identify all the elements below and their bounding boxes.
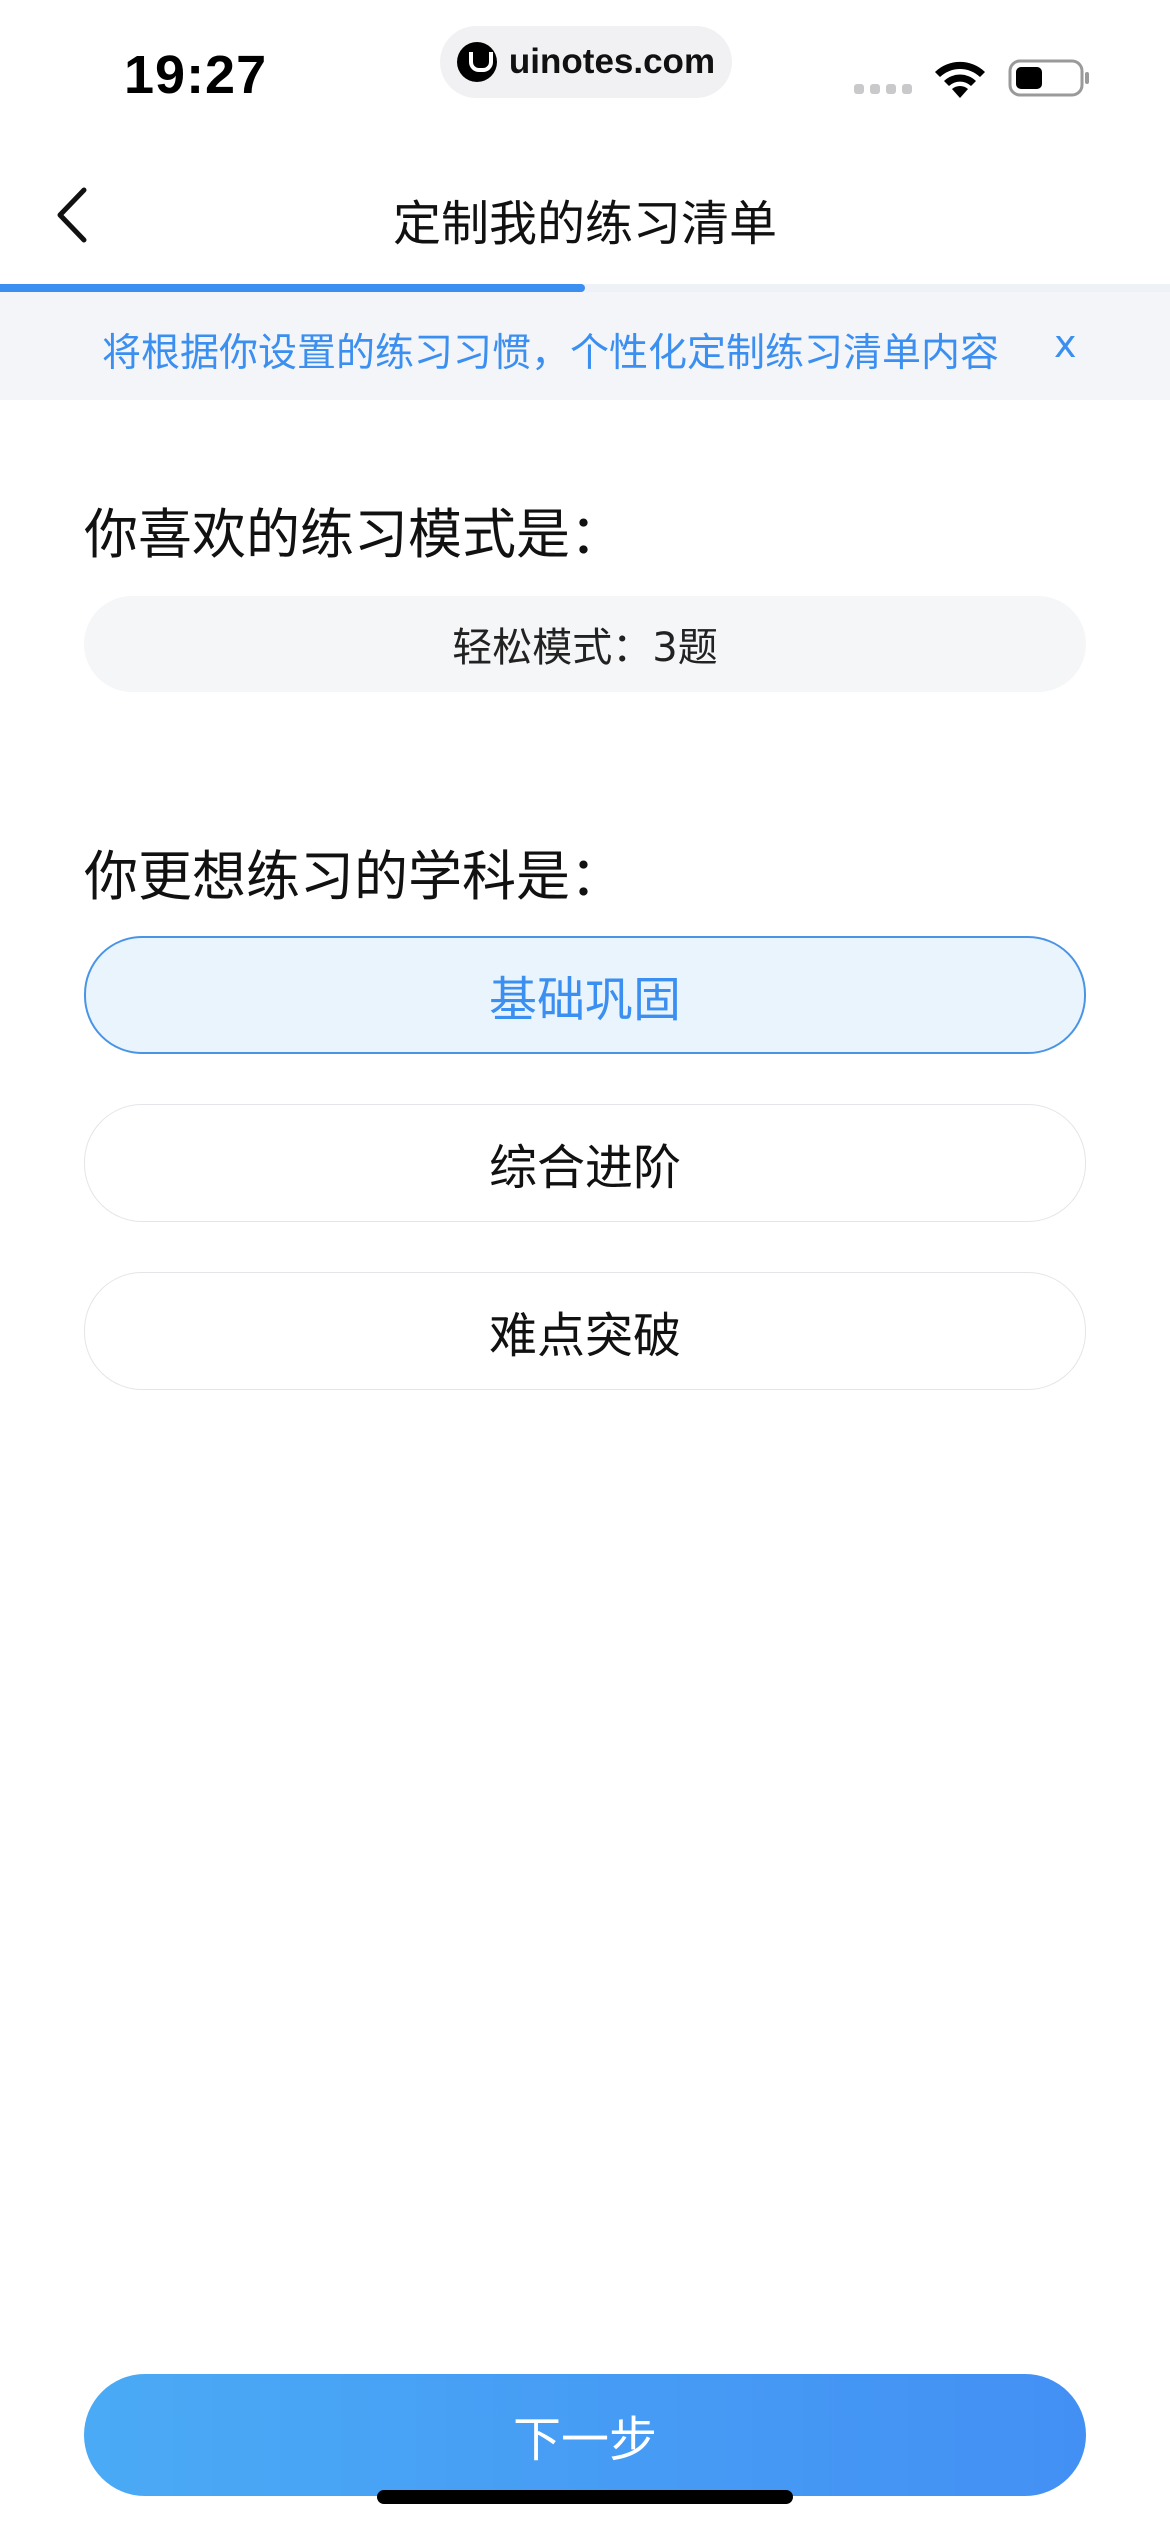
page-title: 定制我的练习清单	[392, 196, 777, 252]
subject-option-comprehensive[interactable]: 综合进阶	[84, 1104, 1086, 1222]
progress-fill	[0, 284, 585, 292]
nav-bar: 定制我的练习清单	[0, 150, 1170, 280]
subject-section-title: 你更想练习的学科是：	[84, 845, 624, 908]
cellular-signal-icon	[854, 84, 912, 94]
status-bar: 19:27 uinotes.com	[0, 0, 1170, 140]
mode-selector[interactable]: 轻松模式：3题	[84, 596, 1086, 692]
url-text: uinotes.com	[508, 42, 716, 81]
progress-bar	[0, 284, 1170, 292]
banner-close-button[interactable]: x	[1054, 322, 1077, 366]
battery-icon	[1008, 59, 1089, 97]
url-pill[interactable]: uinotes.com	[440, 26, 732, 98]
next-button[interactable]: 下一步	[84, 2374, 1086, 2496]
subject-option-basic[interactable]: 基础巩固	[84, 936, 1086, 1054]
wifi-icon	[935, 61, 985, 98]
mode-section-title: 你喜欢的练习模式是：	[84, 503, 624, 566]
uinotes-logo-icon	[456, 42, 497, 82]
status-time: 19:27	[124, 45, 268, 105]
banner-text: 将根据你设置的练习习惯，个性化定制练习清单内容	[102, 331, 1000, 376]
home-indicator	[377, 2490, 793, 2504]
info-banner: 将根据你设置的练习习惯，个性化定制练习清单内容 x	[0, 292, 1170, 400]
subject-option-difficult[interactable]: 难点突破	[84, 1272, 1086, 1390]
